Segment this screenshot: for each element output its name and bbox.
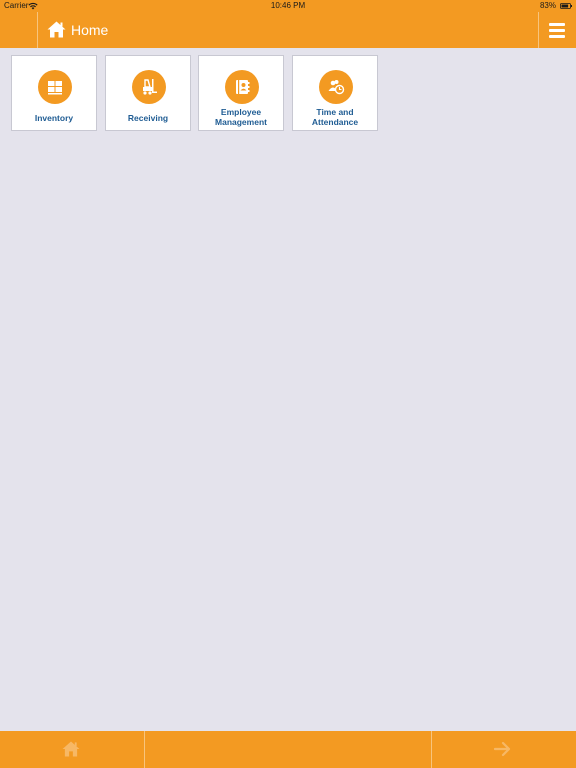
tile-icon-circle: [225, 70, 259, 104]
bottom-toolbar: [0, 731, 576, 768]
nav-divider: [37, 12, 38, 48]
forklift-icon: [143, 79, 157, 95]
toolbar-divider: [431, 731, 432, 768]
tile-time-and-attendance[interactable]: Time and Attendance: [292, 55, 378, 131]
navigation-bar: Home: [0, 12, 576, 48]
battery-icon: [560, 3, 572, 9]
battery-percent: 83%: [539, 1, 556, 10]
clock: 10:46 PM: [270, 1, 306, 10]
tile-label-line: Time and Attendance: [311, 107, 359, 127]
tile-icon-circle: [132, 70, 166, 104]
tile-employee-management[interactable]: Employee Management: [198, 55, 284, 131]
tile-label: Time and Attendance: [293, 107, 377, 127]
tile-receiving[interactable]: Receiving: [105, 55, 191, 131]
tile-label-line: Employee Management: [215, 107, 267, 127]
tile-label: Receiving: [127, 113, 169, 123]
status-bar: Carrier 10:46 PM 83%: [0, 0, 576, 12]
people-clock-icon: [328, 80, 345, 95]
tile-label: Inventory: [34, 113, 74, 123]
employee-book-icon: [236, 80, 250, 94]
arrow-right-icon[interactable]: [494, 741, 512, 757]
home-icon[interactable]: [47, 21, 66, 38]
tile-inventory[interactable]: Inventory: [11, 55, 97, 131]
tile-label: Employee Management: [199, 107, 283, 127]
home-icon[interactable]: [62, 741, 80, 757]
hamburger-menu-icon[interactable]: [547, 21, 567, 39]
tile-icon-circle: [38, 70, 72, 104]
page-title: Home: [71, 22, 109, 38]
nav-divider: [538, 12, 539, 48]
tile-icon-circle: [319, 70, 353, 104]
boxes-icon: [48, 81, 62, 95]
toolbar-divider: [144, 731, 145, 768]
